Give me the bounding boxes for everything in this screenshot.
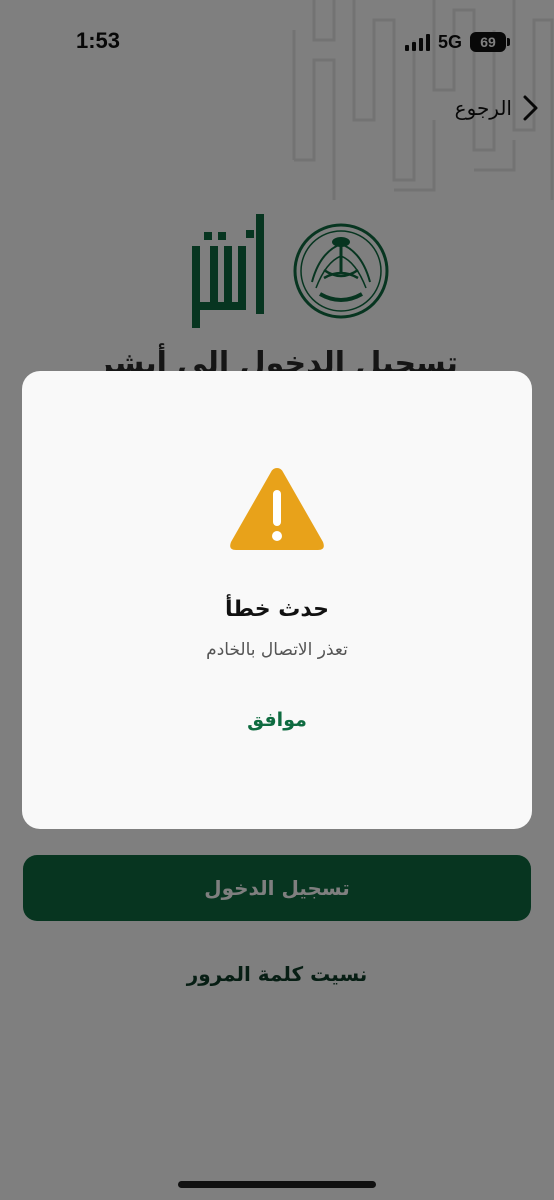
- alert-title: حدث خطأ: [225, 597, 329, 622]
- ok-button[interactable]: موافق: [200, 700, 354, 740]
- alert-message: تعذر الاتصال بالخادم: [206, 640, 348, 660]
- warning-icon: [230, 468, 324, 550]
- home-indicator[interactable]: [178, 1181, 376, 1188]
